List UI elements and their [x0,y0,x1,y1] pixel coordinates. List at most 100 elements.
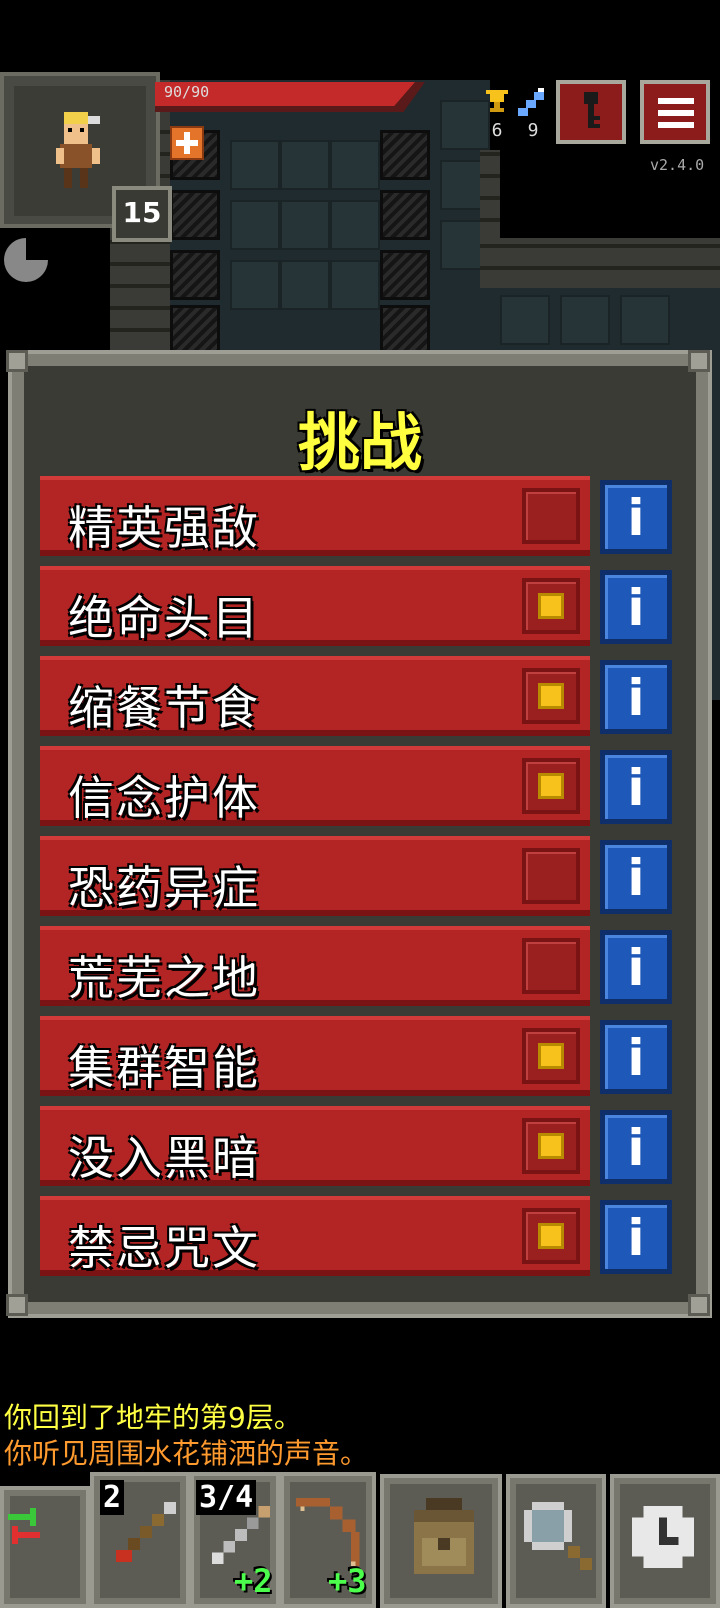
quickslot-1[interactable]: 2 [90,1472,190,1608]
info-icon: i [627,1119,645,1177]
floor-tile [230,140,280,190]
checkbox-checked-mark [538,1133,564,1159]
quickslot-3[interactable]: +3 [280,1472,376,1608]
floor-tile [330,260,380,310]
log-line: 你听见周围水花铺洒的声音。 [4,1437,369,1470]
challenge-row[interactable]: 信念护体 [40,746,590,826]
backpack-button[interactable] [380,1474,502,1608]
info-button[interactable]: i [600,1110,672,1184]
challenge-label: 信念护体 [68,771,260,825]
bow-icon [296,1498,360,1566]
slot2-bonus: +2 [234,1562,273,1600]
info-button[interactable]: i [600,840,672,914]
challenge-checkbox[interactable] [522,578,580,634]
floor-tile [230,200,280,250]
info-icon: i [627,669,645,727]
challenge-label: 禁忌咒文 [68,1221,260,1275]
menu-icon [658,98,694,128]
challenge-label: 荒芜之地 [68,951,260,1005]
hp-text: 90/90 [164,83,210,101]
checkbox-checked-mark [538,593,564,619]
floor-tile [230,260,280,310]
checkbox-checked-mark [538,1223,564,1249]
log-line: 你回到了地牢的第9层。 [4,1401,302,1434]
challenge-checkbox[interactable] [522,758,580,814]
swap-icon [8,1508,40,1544]
info-icon: i [627,759,645,817]
search-button[interactable] [506,1474,606,1608]
wall [480,238,720,288]
panel-title: 挑战 [297,406,422,479]
challenge-row[interactable]: 绝命头目 [40,566,590,646]
challenge-label: 集群智能 [68,1041,260,1095]
panel-corner [688,1294,710,1316]
info-button[interactable]: i [600,660,672,734]
swap-slot[interactable] [0,1486,90,1608]
info-icon: i [627,939,645,997]
panel-corner [688,350,710,372]
challenge-label: 缩餐节食 [68,681,260,735]
floor-grate [170,305,220,355]
info-icon: i [627,579,645,637]
floor-tile [280,140,330,190]
quickslot-2[interactable]: 3/4 +2 [190,1472,280,1608]
challenge-label: 精英强敌 [68,501,260,555]
info-button[interactable]: i [600,930,672,1004]
clock-icon [631,1505,695,1569]
hero-sprite-icon [56,112,100,188]
slot2-count: 3/4 [196,1480,257,1515]
challenge-row[interactable]: 没入黑暗 [40,1106,590,1186]
floor-tile [330,140,380,190]
floor-grate [380,190,430,240]
floor-grate [380,305,430,355]
challenge-row[interactable]: 缩餐节食 [40,656,590,736]
challenge-row[interactable]: 精英强敌 [40,476,590,556]
challenge-checkbox[interactable] [522,1028,580,1084]
challenge-row[interactable]: 荒芜之地 [40,926,590,1006]
slot3-bonus: +3 [328,1562,367,1600]
floor-tile [620,295,670,345]
floor-tile [280,200,330,250]
floor-grate [170,250,220,300]
turn-timer-icon [4,238,48,282]
magnifier-icon [524,1502,592,1570]
info-button[interactable]: i [600,750,672,824]
panel-corner [6,1294,28,1316]
info-button[interactable]: i [600,480,672,554]
info-icon: i [627,1029,645,1087]
floor-tile [280,260,330,310]
checkbox-checked-mark [538,773,564,799]
info-icon: i [627,849,645,907]
version-label: v2.4.0 [650,156,705,174]
floor-grate [170,190,220,240]
info-button[interactable]: i [600,1020,672,1094]
info-icon: i [627,489,645,547]
info-button[interactable]: i [600,1200,672,1274]
challenge-label: 恐药异症 [68,861,260,915]
floor-tile [560,295,610,345]
challenge-checkbox[interactable] [522,1208,580,1264]
challenge-checkbox[interactable] [522,938,580,994]
gold-count: 6 [491,120,503,141]
challenge-checkbox[interactable] [522,488,580,544]
info-button[interactable]: i [600,570,672,644]
hero-level-badge: 15 [112,186,172,242]
journal-button[interactable] [556,80,626,144]
challenge-row[interactable]: 恐药异症 [40,836,590,916]
challenge-row[interactable]: 禁忌咒文 [40,1196,590,1276]
challenge-checkbox[interactable] [522,848,580,904]
stairs-icon [518,88,544,116]
depth-count: 9 [527,120,539,141]
floor-grate [380,250,430,300]
menu-button[interactable] [640,80,710,144]
wait-button[interactable] [610,1474,720,1608]
challenge-row[interactable]: 集群智能 [40,1016,590,1096]
panel-corner [6,350,28,372]
challenge-checkbox[interactable] [522,1118,580,1174]
checkbox-checked-mark [538,683,564,709]
challenge-checkbox[interactable] [522,668,580,724]
info-icon: i [627,1209,645,1267]
challenge-label: 绝命头目 [68,591,260,645]
key-icon [584,92,600,128]
buff-icon[interactable] [170,126,204,160]
